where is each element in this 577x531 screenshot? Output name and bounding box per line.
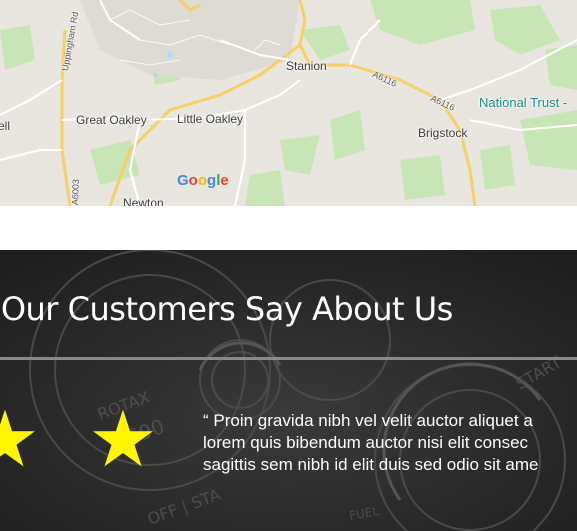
google-logo[interactable]: Google [177,172,229,189]
testimonials-section: ROTAX 690 START OFF | STA FUEL at Our Cu… [0,250,577,531]
place-label-brigstock: Brigstock [418,126,468,140]
section-divider [0,357,577,360]
testimonial-quote: “ Proin gravida nibh vel velit auctor al… [203,410,577,476]
google-logo-letter: o [188,172,198,189]
star-icon: ★ [0,395,40,485]
place-label-partial: ell [0,119,11,133]
section-title: at Our Customers Say About Us [0,290,453,328]
place-label-national-trust: National Trust - [479,95,568,110]
map-embed[interactable]: Uppingham Rd Stanion A6116 A6116 Nationa… [0,0,577,206]
google-logo-letter: o [197,172,208,189]
quote-line: lorem quis bibendum auctor nisi elit con… [203,433,529,452]
quote-line: “ Proin gravida nibh vel velit auctor al… [203,411,533,430]
google-logo-letter: g [207,172,217,189]
google-logo-letter: e [220,172,229,189]
place-label-little-oakley: Little Oakley [177,112,244,126]
section-spacer [0,206,577,250]
place-label-great-oakley: Great Oakley [76,113,147,127]
quote-line: sagittis sem nibh id elit duis sed odio … [203,455,539,474]
place-label-newton: Newton [123,196,164,206]
place-label-stanion: Stanion [286,59,327,73]
google-logo-letter: G [177,172,189,189]
road-label-a6003: A6003 [70,178,81,206]
star-icon: ★ [88,395,158,485]
